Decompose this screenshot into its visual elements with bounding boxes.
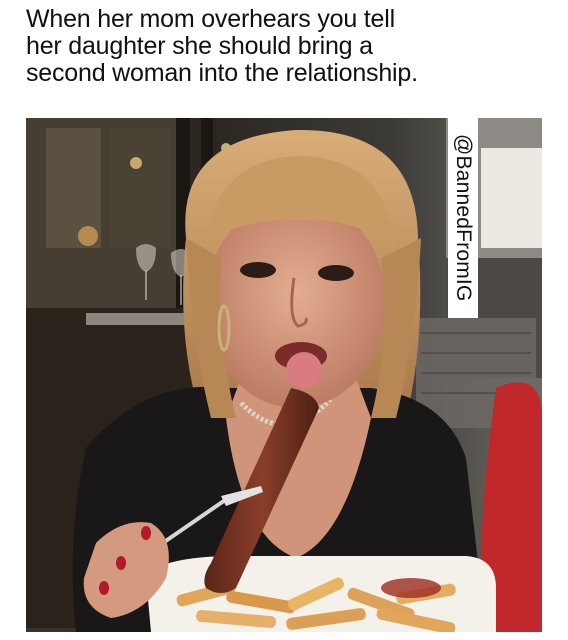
warm-light <box>130 157 142 169</box>
caption-line-2: her daughter she should bring a <box>26 32 373 60</box>
watermark-banner: @BannedFromIG <box>448 118 478 318</box>
left-eye <box>240 262 276 278</box>
right-eye <box>318 265 354 281</box>
nail <box>116 556 126 570</box>
nail <box>141 526 151 540</box>
meme-caption: When her mom overhears you tell her daug… <box>26 6 546 87</box>
window-pane <box>111 128 171 248</box>
wine-glass-stem <box>145 270 147 300</box>
ketchup <box>381 578 441 598</box>
caption-line-3: second woman into the relationship. <box>26 59 418 87</box>
truck-panel <box>481 148 542 248</box>
wine-glass-stem <box>180 275 182 305</box>
warm-light <box>78 226 98 246</box>
tongue <box>286 352 322 388</box>
caption-line-1: When her mom overhears you tell <box>26 5 395 33</box>
nail <box>99 581 109 595</box>
watermark-text: @BannedFromIG <box>452 134 475 302</box>
